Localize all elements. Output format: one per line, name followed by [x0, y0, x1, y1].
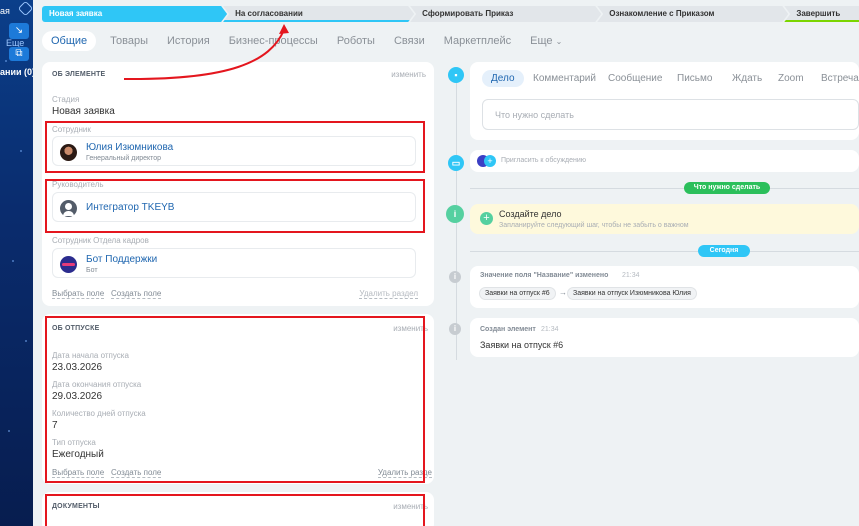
activity-tab-email[interactable]: Письмо — [677, 73, 712, 84]
plus-circle-icon[interactable]: + — [480, 212, 493, 225]
new-value-tag: Заявки на отпуск Изюмникова Юлия — [567, 287, 697, 300]
event-time: 21:34 — [622, 272, 640, 279]
info-icon: i — [449, 323, 461, 335]
activity-composer: Дело Комментарий Сообщение Письмо Ждать … — [470, 62, 859, 140]
event-title: Создан элемент — [480, 326, 536, 333]
message-icon: ▭ — [448, 155, 464, 171]
invite-card: + Пригласить к обсуждению — [470, 150, 859, 172]
activity-tab-meeting[interactable]: Встреча — [821, 73, 859, 84]
divider — [470, 188, 859, 189]
invite-link[interactable]: Пригласить к обсуждению — [501, 157, 586, 164]
create-task-card[interactable]: + Создайте дело Запланируйте следующий ш… — [470, 204, 859, 234]
divider — [470, 251, 859, 252]
element-created-event: Создан элемент 21:34 Заявки на отпуск #6 — [470, 318, 859, 357]
create-task-subtitle: Запланируйте следующий шаг, чтобы не заб… — [499, 222, 689, 229]
todo-pill: Что нужно сделать — [684, 182, 770, 194]
event-title: Значение поля "Название" изменено — [480, 272, 609, 279]
todo-input[interactable]: Что нужно сделать — [482, 99, 859, 130]
activity-tab-task[interactable]: Дело — [482, 70, 524, 87]
activity-tab-wait[interactable]: Ждать — [732, 73, 762, 84]
activity-tab-message[interactable]: Сообщение — [608, 73, 662, 84]
event-time: 21:34 — [541, 326, 559, 333]
info-icon: i — [449, 271, 461, 283]
todo-placeholder: Что нужно сделать — [495, 110, 574, 120]
arrow-right-icon: → — [559, 288, 567, 297]
field-changed-event: Значение поля "Название" изменено 21:34 … — [470, 266, 859, 308]
event-value: Заявки на отпуск #6 — [480, 340, 564, 350]
activity-tab-comment[interactable]: Комментарий — [533, 73, 596, 84]
today-pill: Сегодня — [698, 245, 750, 257]
activity-tab-zoom[interactable]: Zoom — [778, 73, 804, 84]
chat-icon: ▪ — [448, 67, 464, 83]
create-task-title[interactable]: Создайте дело — [499, 209, 561, 219]
plus-icon[interactable]: + — [484, 155, 496, 167]
old-value-tag: Заявки на отпуск #6 — [479, 287, 556, 300]
info-icon: i — [446, 205, 464, 223]
